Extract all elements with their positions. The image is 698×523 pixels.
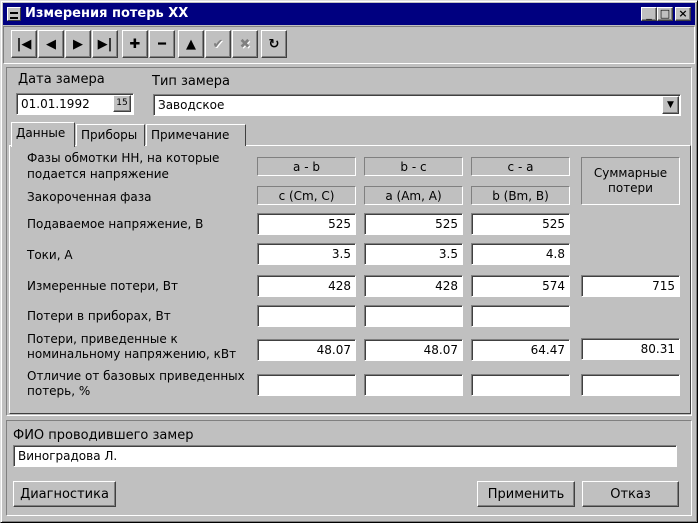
measured-losses-field-2[interactable]: 428 — [364, 275, 463, 297]
post-record-button[interactable]: ✔ — [205, 30, 231, 58]
tab-data[interactable]: Данные — [11, 122, 75, 147]
type-select[interactable]: Заводское — [153, 94, 681, 116]
next-record-button[interactable]: ▶ — [65, 30, 91, 58]
currents-label: Токи, А — [27, 248, 73, 262]
measured-losses-label: Измеренные потери, Вт — [27, 279, 178, 293]
instrument-losses-label: Потери в приборах, Вт — [27, 309, 171, 323]
voltage-field-3[interactable]: 525 — [471, 213, 570, 235]
checkmark-icon: ✔ — [212, 36, 224, 52]
chevron-down-icon[interactable]: ▼ — [662, 96, 679, 114]
maximize-button[interactable]: □ — [657, 7, 673, 21]
total-losses-header: Суммарные потери — [581, 157, 680, 205]
reduced-losses-field-1[interactable]: 48.07 — [257, 339, 356, 361]
delete-record-button[interactable]: ━ — [149, 30, 175, 58]
tab-notes[interactable]: Примечание — [146, 124, 246, 146]
instrument-losses-field-3[interactable] — [471, 305, 570, 327]
phase-header-2: b - c — [364, 157, 463, 176]
instrument-losses-field-2[interactable] — [364, 305, 463, 327]
first-record-button[interactable]: |◀ — [11, 30, 37, 58]
phase-header-3: c - a — [471, 157, 570, 176]
minimize-button[interactable]: _ — [641, 7, 657, 21]
person-label: ФИО проводившего замер — [13, 428, 194, 443]
cross-icon: ✖ — [239, 36, 251, 52]
reduced-losses-field-3[interactable]: 64.47 — [471, 339, 570, 361]
instrument-losses-field-1[interactable] — [257, 305, 356, 327]
date-label: Дата замера — [18, 72, 105, 87]
shorted-label: Закороченная фаза — [27, 190, 152, 204]
phase-header-1: a - b — [257, 157, 356, 176]
current-field-2[interactable]: 3.5 — [364, 243, 463, 265]
minus-icon: ━ — [158, 36, 166, 52]
close-button[interactable]: × — [675, 7, 691, 21]
deviation-field-2[interactable] — [364, 374, 463, 396]
date-value: 01.01.1992 — [21, 97, 90, 111]
reduced-losses-label: Потери, приведенные к номинальному напря… — [27, 332, 237, 361]
measured-losses-field-1[interactable]: 428 — [257, 275, 356, 297]
window-menu-icon[interactable] — [7, 7, 21, 21]
last-record-button[interactable]: ▶| — [92, 30, 118, 58]
voltage-label: Подаваемое напряжение, В — [27, 217, 204, 231]
first-record-icon: |◀ — [16, 36, 32, 52]
insert-record-button[interactable]: ✚ — [122, 30, 148, 58]
apply-button[interactable]: Применить — [477, 481, 575, 507]
deviation-label: Отличие от базовых приведенных потерь, % — [27, 369, 245, 398]
measured-losses-field-3[interactable]: 574 — [471, 275, 570, 297]
reduced-losses-total[interactable]: 80.31 — [581, 338, 680, 360]
tab-instruments[interactable]: Приборы — [76, 124, 145, 146]
deviation-field-3[interactable] — [471, 374, 570, 396]
title-bar[interactable]: Измерения потерь XX _ □ × — [3, 3, 695, 25]
prior-record-button[interactable]: ◀ — [38, 30, 64, 58]
refresh-button[interactable]: ↻ — [261, 30, 287, 58]
calendar-icon[interactable]: 15 — [113, 95, 131, 112]
measured-losses-total[interactable]: 715 — [581, 275, 680, 297]
refresh-icon: ↻ — [268, 36, 280, 52]
deviation-field-1[interactable] — [257, 374, 356, 396]
edit-up-icon: ▲ — [186, 36, 196, 52]
diagnostics-button[interactable]: Диагностика — [13, 481, 116, 507]
window-title: Измерения потерь XX — [25, 6, 189, 21]
current-field-3[interactable]: 4.8 — [471, 243, 570, 265]
voltage-field-1[interactable]: 525 — [257, 213, 356, 235]
current-field-1[interactable]: 3.5 — [257, 243, 356, 265]
type-label: Тип замера — [152, 74, 230, 89]
prior-record-icon: ◀ — [46, 36, 56, 52]
shorted-phase-3: b (Bm, B) — [471, 186, 570, 205]
type-value: Заводское — [158, 98, 225, 112]
deviation-total[interactable] — [581, 374, 680, 396]
shorted-phase-2: a (Am, A) — [364, 186, 463, 205]
next-record-icon: ▶ — [73, 36, 83, 52]
voltage-field-2[interactable]: 525 — [364, 213, 463, 235]
plus-icon: ✚ — [129, 36, 141, 52]
reduced-losses-field-2[interactable]: 48.07 — [364, 339, 463, 361]
phases-label: Фазы обмотки НН, на которые подается нап… — [27, 151, 220, 181]
shorted-phase-1: c (Cm, C) — [257, 186, 356, 205]
person-input[interactable]: Виноградова Л. — [13, 445, 677, 467]
edit-record-button[interactable]: ▲ — [178, 30, 204, 58]
cancel-edit-button[interactable]: ✖ — [232, 30, 258, 58]
cancel-button[interactable]: Отказ — [582, 481, 679, 507]
last-record-icon: ▶| — [97, 36, 113, 52]
